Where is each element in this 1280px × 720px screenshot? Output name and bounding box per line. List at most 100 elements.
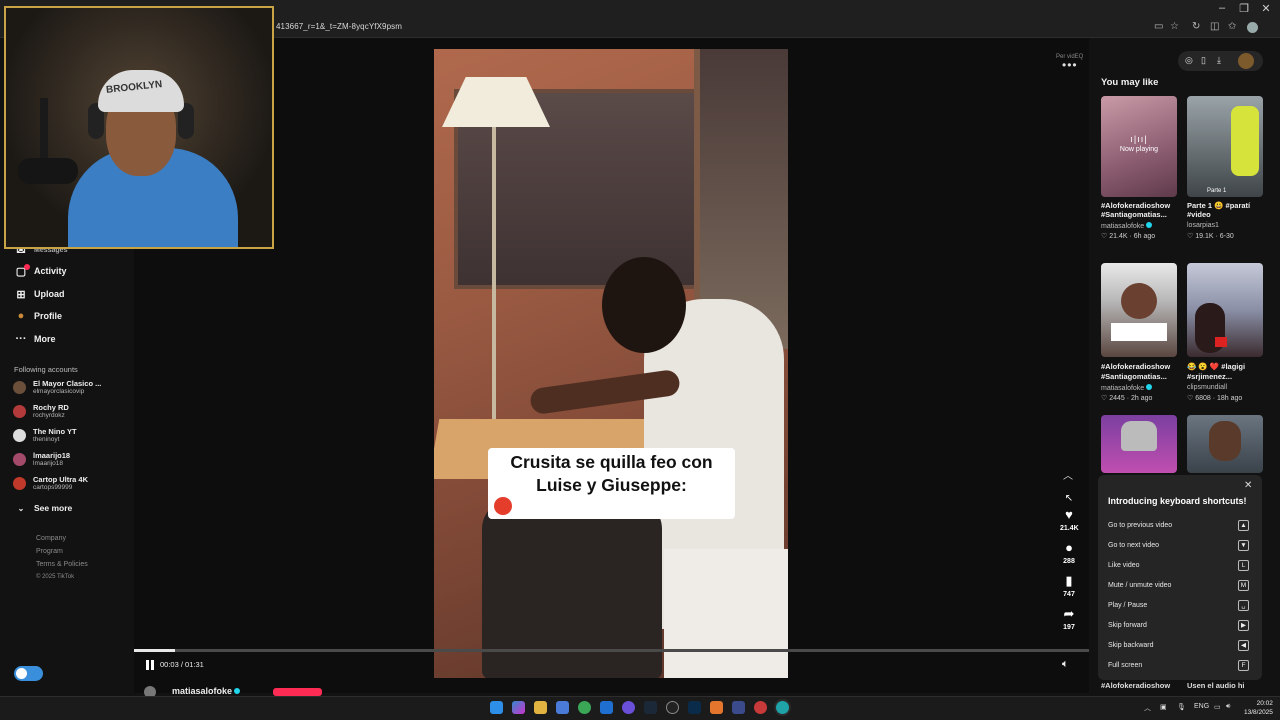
nav-profile[interactable]: ● Profile [14,307,62,325]
footer-program[interactable]: Program [36,548,63,555]
user-avatar[interactable] [1238,53,1254,69]
comment-button[interactable]: ● 288 [1060,541,1078,566]
footer-company[interactable]: Company [36,535,66,542]
chrome-icon[interactable] [578,701,591,714]
device-icon[interactable]: ▯ [1201,55,1206,66]
browser-profile-avatar[interactable] [1247,22,1258,33]
card-author[interactable]: losarpias1 [1187,222,1219,229]
thumbnail-figure [1121,283,1157,319]
share-icon: ➦ [1063,606,1075,621]
network-icon[interactable]: ▭ [1214,703,1221,711]
shortcut-label: Play / Pause [1108,602,1148,609]
avatar [13,429,26,442]
tray-mic-icon[interactable]: 🎙︎ [1177,703,1186,711]
following-account[interactable]: Cartop Ultra 4K cartops99999 [13,474,131,494]
theme-toggle[interactable] [14,666,43,681]
photoshop-icon[interactable] [688,701,701,714]
favorite-star-icon[interactable]: ☆ [1170,21,1179,32]
previous-video-chevron-icon[interactable]: ︿ [1063,467,1073,482]
shortcut-label: Like video [1108,562,1140,569]
obs-icon[interactable] [666,701,679,714]
author-name[interactable]: matiasalofoke [172,686,241,696]
video-thumbnail[interactable] [1187,263,1263,357]
favorites-icon[interactable]: ✩ [1228,21,1236,32]
following-account[interactable]: The Nino YT theninoyt [13,426,131,446]
shortcut-key: L [1238,560,1249,571]
app-icon[interactable] [754,701,767,714]
close-window-button[interactable]: ✕ [1254,2,1278,15]
coin-icon[interactable]: ◎ [1185,55,1193,66]
file-explorer-icon[interactable] [534,701,547,714]
nav-upload-label: Upload [34,289,65,299]
volume-icon[interactable]: 🔈︎ [1062,658,1069,671]
save-count: 747 [1063,591,1075,598]
see-more-button[interactable]: ⌄ See more [14,499,73,517]
nav-more-label: More [34,334,56,344]
card-title-partial[interactable]: Usen el audio hi [1187,681,1245,690]
shortcut-key: ▼ [1238,540,1249,551]
angry-emoji-icon [494,497,512,515]
follow-button[interactable] [273,688,322,696]
language-indicator[interactable]: ENG [1194,703,1209,710]
copilot-icon[interactable] [512,701,525,714]
following-account[interactable]: lmaarijo18 lmaarijo18 [13,450,131,470]
store-icon[interactable] [556,701,569,714]
tray-chevron-icon[interactable]: ︿ [1144,703,1151,713]
account-name: Rochy RD [33,403,69,412]
edge-icon[interactable] [776,701,789,714]
video-thumbnail[interactable] [1101,263,1177,357]
restore-button[interactable]: ❐ [1232,2,1256,15]
refresh-icon[interactable]: ↻ [1192,21,1200,32]
close-icon[interactable]: ✕ [1244,480,1252,491]
discord-icon[interactable] [622,701,635,714]
vlc-icon[interactable] [710,701,723,714]
card-author[interactable]: clipsmundiall [1187,384,1227,391]
steam-icon[interactable] [644,701,657,714]
card-author[interactable]: matiasalofoke [1101,384,1153,392]
nav-activity[interactable]: ▢ Activity [14,262,67,280]
outlook-icon[interactable] [600,701,613,714]
video-thumbnail[interactable]: ı|ıı| Now playing [1101,96,1177,197]
download-icon[interactable]: ⤓ [1217,55,1221,66]
card-author-text: matiasalofoke [1101,385,1145,392]
minimize-button[interactable]: – [1210,2,1234,14]
reader-icon[interactable]: ▭ [1154,21,1163,32]
shortcut-row: Play / Pause ␣ [1108,600,1252,614]
share-button[interactable]: ➦ 197 [1060,606,1078,632]
card-author[interactable]: matiasalofoke [1101,222,1153,230]
video-thumbnail[interactable]: Parte 1 [1187,96,1263,197]
video-thumbnail[interactable] [1101,415,1177,473]
footer-terms[interactable]: Terms & Policies [36,561,88,568]
url-text[interactable]: 413667_r=1&_t=ZM-8yqcYfX9psm [276,22,402,31]
avatar [13,477,26,490]
nav-upload[interactable]: ⊞ Upload [14,285,65,303]
progress-bar[interactable] [134,649,1089,652]
nav-profile-label: Profile [34,311,63,321]
webcam-microphone [18,158,78,184]
pause-button[interactable] [144,659,156,671]
like-button[interactable]: ♥ 21.4K [1060,508,1079,533]
shortcut-label: Go to next video [1108,542,1159,549]
more-options-icon[interactable]: ••• [1062,58,1078,72]
start-icon[interactable] [490,701,503,714]
tray-app-icon[interactable]: ▣ [1160,703,1167,711]
shortcut-key: ▲ [1238,520,1249,531]
app-icon[interactable] [732,701,745,714]
shortcut-row: Full screen F [1108,660,1252,674]
following-account[interactable]: Rochy RD rochyrdokz [13,402,131,422]
windows-taskbar [0,696,1280,720]
split-icon[interactable]: ◫ [1210,21,1219,32]
card-title-partial[interactable]: #Alofokeradioshow [1101,681,1170,690]
following-account[interactable]: El Mayor Clasico ... elmayorclasicovip [13,378,131,398]
nav-more[interactable]: ··· More [14,330,56,348]
card-title-line-1: #Alofokeradioshow [1101,201,1171,210]
system-clock[interactable]: 20:02 13/8/2025 [1244,699,1273,717]
comment-count: 288 [1063,558,1075,565]
save-button[interactable]: ▮ 747 [1060,574,1078,599]
video-player[interactable]: Crusita se quilla feo con Luise y Giusep… [434,49,788,678]
video-thumbnail[interactable] [1187,415,1263,473]
account-handle: cartops99999 [33,484,73,491]
card-title-line-1: 😂 😮 ❤️ #lagigi [1187,362,1246,371]
volume-tray-icon[interactable]: 🔊︎ [1226,703,1230,711]
toggle-knob [16,668,27,679]
